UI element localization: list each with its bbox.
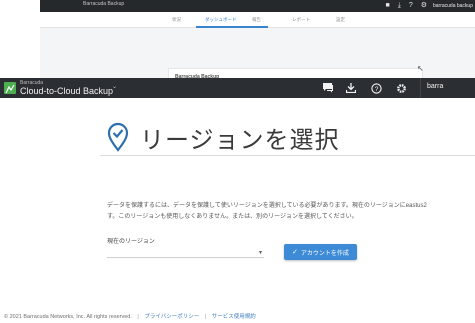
download-icon[interactable] (343, 81, 359, 95)
footer-separator: | (137, 314, 139, 320)
gear-icon[interactable]: ⚙ (421, 1, 427, 11)
help-icon[interactable]: ? (368, 81, 384, 95)
background-brand: Barracuda Backup (83, 1, 125, 7)
help-icon[interactable]: ? (409, 1, 413, 11)
region-select-content: リージョンを選択 データを保護するには、データを保護して使いリージョンを選択して… (0, 98, 475, 323)
terms-link[interactable]: サービス使用規約 (212, 314, 256, 320)
user-menu[interactable]: barra (420, 78, 475, 98)
footer-separator: | (204, 314, 207, 320)
nav-item-settings[interactable]: 設定 (336, 17, 345, 23)
chat-icon[interactable] (320, 81, 336, 95)
dropdown-caret-icon[interactable]: ▾ (259, 249, 262, 256)
svg-text:?: ? (374, 86, 378, 93)
privacy-link[interactable]: プライバシーポリシー (144, 314, 199, 320)
nav-item-dashboard[interactable]: ダッシュボード (205, 17, 237, 23)
gear-icon[interactable] (393, 81, 409, 95)
nav-item-status[interactable]: 状況 (172, 17, 181, 23)
background-user[interactable]: barracuda backup (433, 1, 473, 11)
user-name[interactable]: barra (427, 83, 443, 90)
description-line: データを保護するには、データを保護して使いリージョンを選択している必要があります… (107, 203, 427, 209)
region-select[interactable]: ▾ (107, 248, 264, 258)
create-account-button[interactable]: ✓ アカウントを作成 (284, 244, 357, 260)
page-title: リージョンを選択 (140, 127, 340, 154)
chevron-down-icon[interactable]: ⌄ (112, 83, 117, 90)
background-icons: ■ ⤓ ? ⚙ (385, 1, 427, 11)
mouse-cursor-icon: ↖ (417, 64, 424, 73)
nav-item-report[interactable]: 報告 (252, 17, 261, 23)
nav-item-reports[interactable]: レポート (292, 17, 310, 23)
product-name[interactable]: Cloud-to-Cloud Backup (20, 86, 113, 96)
app-header: Barracuda Cloud-to-Cloud Backup ⌄ ? barr… (0, 78, 475, 98)
download-icon[interactable]: ⤓ (398, 1, 401, 11)
copyright: © 2021 Barracuda Networks, Inc. All righ… (4, 314, 132, 320)
chat-icon[interactable]: ■ (385, 1, 389, 11)
footer: © 2021 Barracuda Networks, Inc. All righ… (4, 312, 256, 320)
description: データを保護するには、データを保護して使いリージョンを選択している必要があります… (107, 201, 475, 223)
location-check-icon (107, 122, 129, 152)
create-account-label: アカウントを作成 (300, 250, 349, 257)
description-line: す。このリージョンも使用しなくありません。または、別のリージョンを選択してくださ… (107, 214, 358, 220)
title-divider (100, 155, 475, 156)
region-label: 現在のリージョン (107, 239, 155, 245)
barracuda-logo-icon (4, 82, 16, 94)
background-topbar: Barracuda Backup ■ ⤓ ? ⚙ barracuda backu… (40, 0, 475, 12)
region-select-window: Barracuda Cloud-to-Cloud Backup ⌄ ? barr… (0, 78, 475, 323)
check-icon: ✓ (292, 249, 298, 256)
